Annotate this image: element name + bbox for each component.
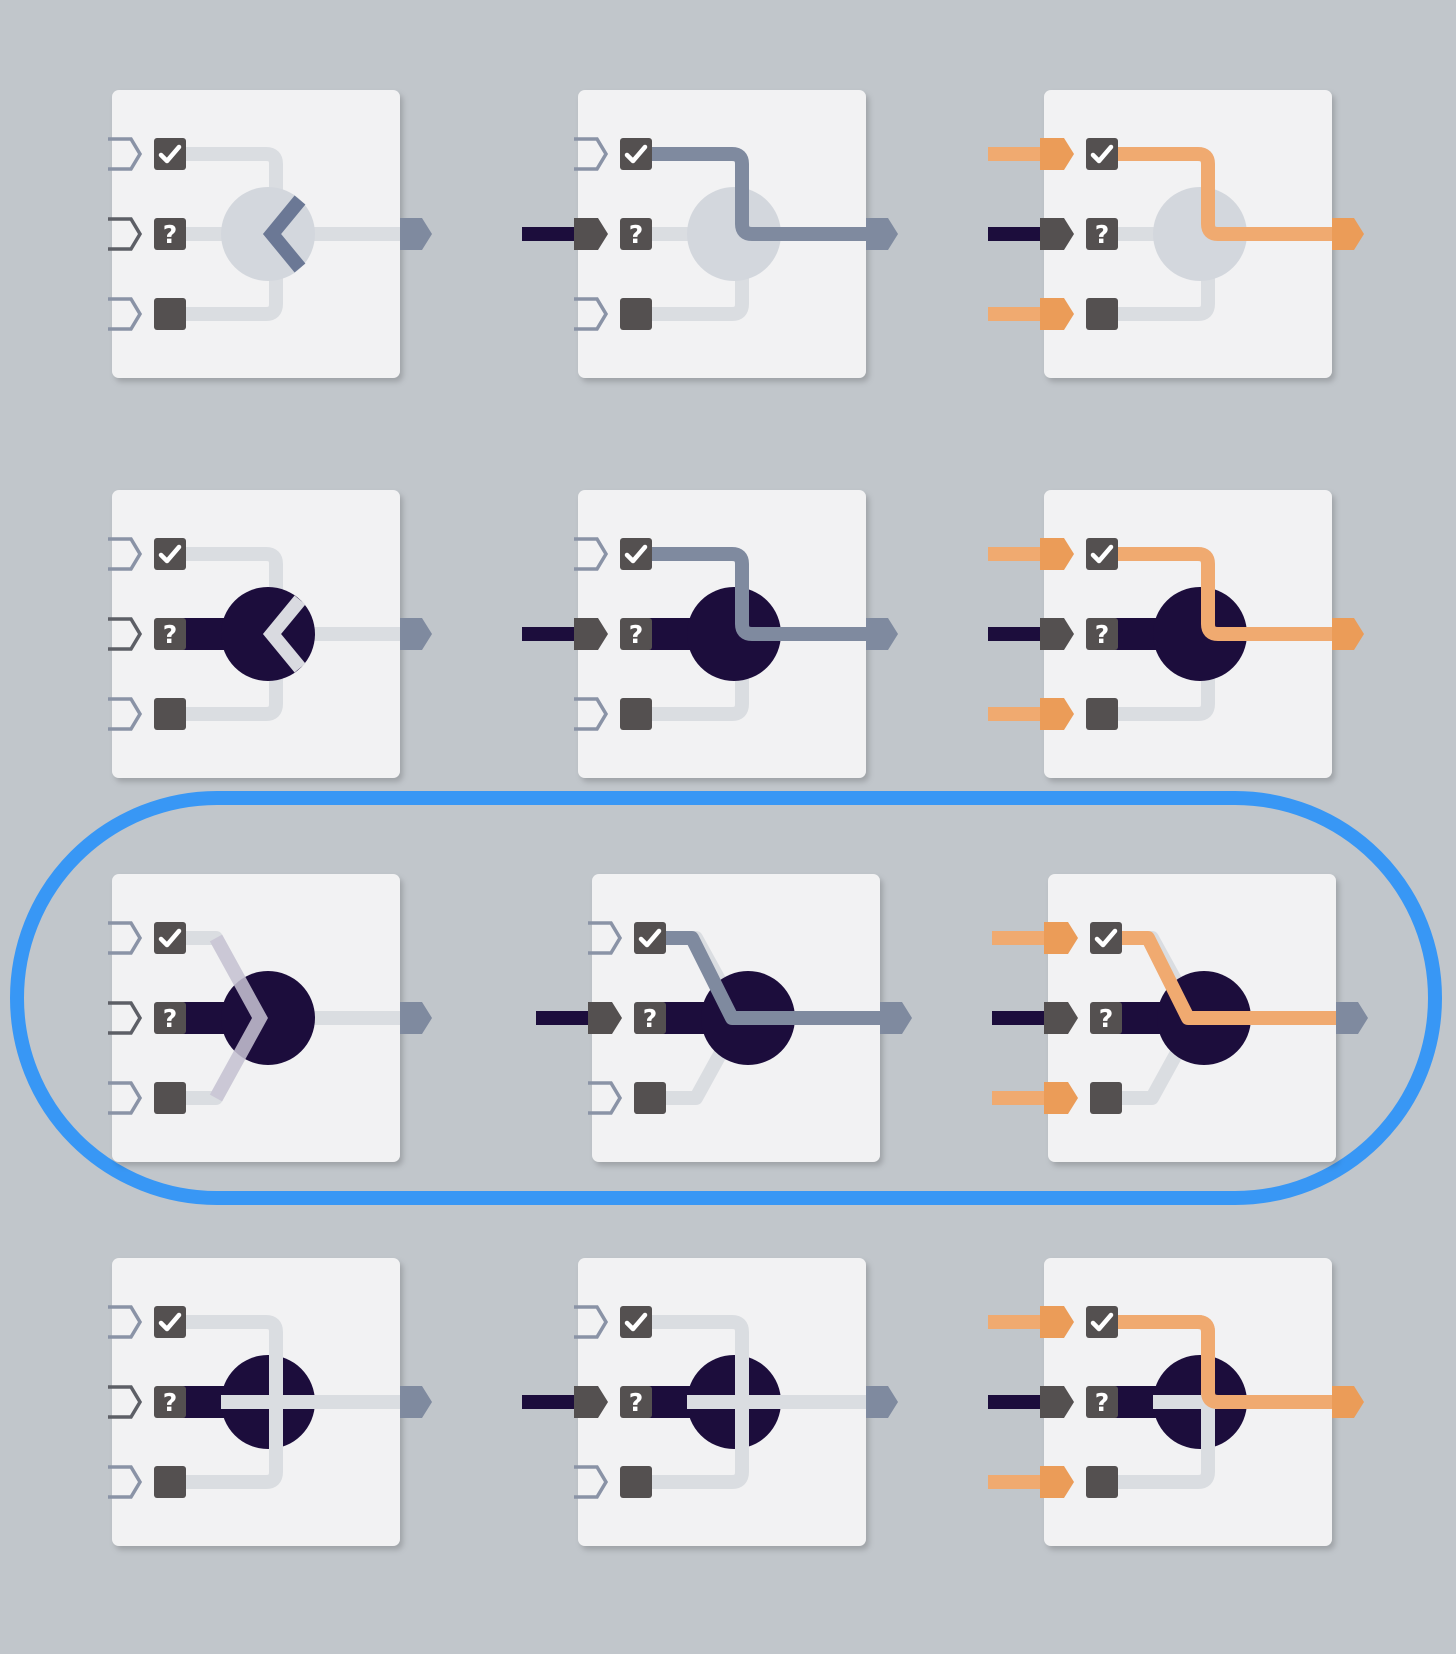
empty-square-icon [154, 1082, 186, 1114]
icon-square [634, 1082, 666, 1114]
question-glyph: ? [1095, 220, 1110, 249]
output-port [1332, 218, 1364, 250]
output-port [866, 1386, 898, 1418]
check-icon [1086, 538, 1118, 570]
row-active-chevron-unpowered-card: ? [108, 490, 432, 778]
question-glyph: ? [629, 220, 644, 249]
icon-square [1086, 698, 1118, 730]
question-glyph: ? [1099, 1004, 1114, 1033]
empty-square-icon [1086, 298, 1118, 330]
question-icon: ? [1086, 1386, 1118, 1418]
empty-square-icon [620, 698, 652, 730]
output-port [400, 218, 432, 250]
question-glyph: ? [163, 1388, 178, 1417]
output-port [866, 618, 898, 650]
check-icon [634, 922, 666, 954]
icon-square [1086, 298, 1118, 330]
output-port [400, 1386, 432, 1418]
row-active-cross-unpowered-card: ? [108, 1258, 432, 1546]
icon-square [154, 138, 186, 170]
icon-square [620, 698, 652, 730]
check-icon [1090, 922, 1122, 954]
icon-square [154, 1082, 186, 1114]
question-glyph: ? [629, 620, 644, 649]
question-icon: ? [620, 618, 652, 650]
row-active-cross-all-inputs-card: ? [988, 1258, 1364, 1546]
question-glyph: ? [1095, 620, 1110, 649]
icon-square [154, 1306, 186, 1338]
empty-square-icon [1090, 1082, 1122, 1114]
empty-square-icon [620, 1466, 652, 1498]
check-icon [154, 922, 186, 954]
row-active-chevron-middle-input-card: ? [522, 490, 898, 778]
icon-square [154, 698, 186, 730]
empty-square-icon [620, 298, 652, 330]
row-inactive-chevron-unpowered-card: ? [108, 90, 432, 378]
row-inactive-chevron-middle-input-card: ? [522, 90, 898, 378]
output-port [400, 618, 432, 650]
row-active-diagonal-middle-input-card: ? [536, 874, 912, 1162]
row-active-chevron-all-inputs-card: ? [988, 490, 1364, 778]
icon-square [1090, 1082, 1122, 1114]
output-port [1336, 1002, 1368, 1034]
check-icon [1086, 1306, 1118, 1338]
empty-square-icon [1086, 1466, 1118, 1498]
output-port [1332, 1386, 1364, 1418]
question-glyph: ? [163, 620, 178, 649]
check-icon [620, 1306, 652, 1338]
row-inactive-chevron-all-inputs-card: ? [988, 90, 1364, 378]
icon-square [154, 298, 186, 330]
icon-square [634, 922, 666, 954]
output-port [1332, 618, 1364, 650]
empty-square-icon [154, 1466, 186, 1498]
question-icon: ? [154, 218, 186, 250]
icon-square [620, 538, 652, 570]
empty-square-icon [1086, 698, 1118, 730]
question-icon: ? [154, 1386, 186, 1418]
check-icon [620, 138, 652, 170]
icon-square [154, 538, 186, 570]
question-icon: ? [620, 218, 652, 250]
check-icon [620, 538, 652, 570]
check-icon [154, 538, 186, 570]
icon-square [154, 1466, 186, 1498]
question-glyph: ? [629, 1388, 644, 1417]
question-glyph: ? [163, 1004, 178, 1033]
output-port [866, 218, 898, 250]
icon-square [620, 1306, 652, 1338]
question-icon: ? [154, 618, 186, 650]
check-icon [154, 1306, 186, 1338]
output-port [880, 1002, 912, 1034]
icon-square [620, 138, 652, 170]
empty-square-icon [154, 298, 186, 330]
row-active-cross-middle-input-card: ? [522, 1258, 898, 1546]
question-icon: ? [620, 1386, 652, 1418]
icon-square [620, 298, 652, 330]
question-glyph: ? [163, 220, 178, 249]
empty-square-icon [154, 698, 186, 730]
switch-state-diagram: ???????????? [0, 0, 1456, 1654]
question-glyph: ? [643, 1004, 658, 1033]
question-icon: ? [1086, 618, 1118, 650]
check-icon [154, 138, 186, 170]
question-icon: ? [1090, 1002, 1122, 1034]
question-icon: ? [1086, 218, 1118, 250]
row-active-diagonal-all-inputs-card: ? [992, 874, 1368, 1162]
question-icon: ? [634, 1002, 666, 1034]
diagram-canvas: ???????????? [10, 90, 1442, 1546]
icon-square [1086, 1466, 1118, 1498]
empty-square-icon [634, 1082, 666, 1114]
icon-square [154, 922, 186, 954]
row-active-diagonal-unpowered-card: ? [108, 874, 432, 1162]
check-icon [1086, 138, 1118, 170]
output-port [400, 1002, 432, 1034]
icon-square [1086, 538, 1118, 570]
icon-square [1086, 138, 1118, 170]
question-icon: ? [154, 1002, 186, 1034]
icon-square [1090, 922, 1122, 954]
icon-square [620, 1466, 652, 1498]
icon-square [1086, 1306, 1118, 1338]
question-glyph: ? [1095, 1388, 1110, 1417]
